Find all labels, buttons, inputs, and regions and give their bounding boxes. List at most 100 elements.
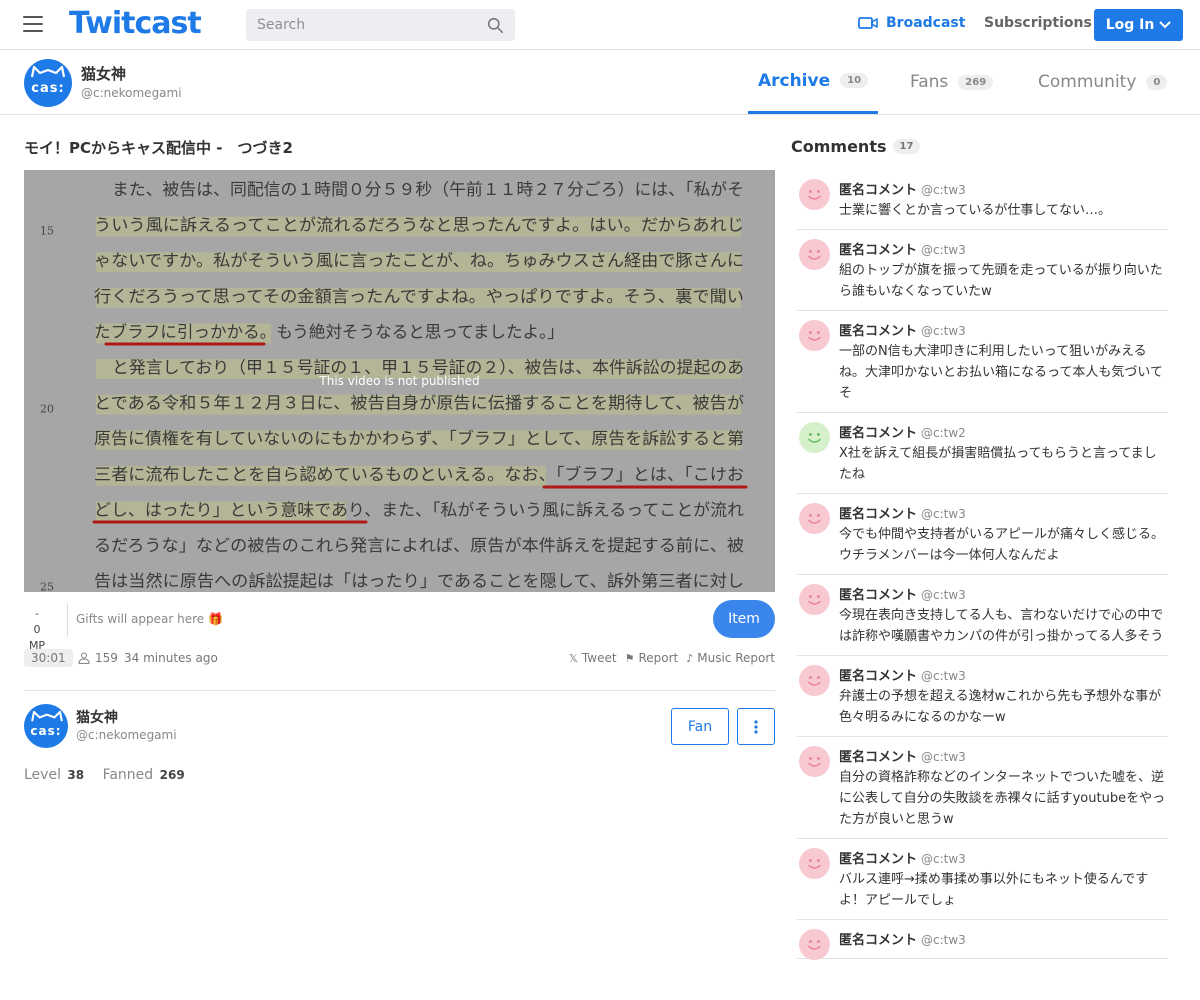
comment-author: 匿名コメント @c:tw3 [839,239,1168,258]
tweet-link[interactable]: 𝕏 Tweet [569,651,617,665]
profile-handle: @c:nekomegami [81,86,182,100]
comments-count-badge: 17 [892,139,921,154]
comment-text: 一部のN信も大津叩きに利用したいって狙いがみえるね。大津叩かないとお払い箱になる… [839,344,1163,401]
smiley-avatar-icon[interactable] [799,320,830,351]
video-title: モイ！PCからキャス配信中 - つづき2 [24,139,293,157]
video-camera-icon [858,17,878,29]
owner-handle: @c:nekomegami [76,728,177,742]
profile-avatar[interactable]: cas: [24,59,72,107]
smiley-avatar-icon[interactable] [799,239,830,270]
comment-text: バルス連呼→揉め事揉め事以外にもネット使るんですよ！アピールでしょ [839,872,1149,908]
music-report-label: Music Report [697,651,775,665]
comment-text: X社を訴えて組長が損害賠償払ってもらうと言ってましたね [839,446,1157,482]
tab-community[interactable]: Community 0 [1038,50,1168,114]
view-count-value: 159 [95,651,118,665]
search-box[interactable] [246,9,515,41]
smiley-avatar-icon[interactable] [799,422,830,453]
document-line: どし、はったり」という意味であり、また、「私がそういう風に訴えるってことが流れ [94,500,745,519]
comment-name[interactable]: 匿名コメント [839,426,917,441]
menu-icon[interactable] [23,16,43,32]
comment-name[interactable]: 匿名コメント [839,750,917,765]
smiley-avatar-icon[interactable] [799,584,830,615]
comment-item: 匿名コメント @c:tw3 弁護士の予想を超える逸材wこれから先も予想外な事が色々明… [797,656,1168,737]
owner-avatar[interactable]: cas: [24,704,68,748]
tab-label: Fans [910,72,949,92]
broadcast-link[interactable]: Broadcast [858,15,965,31]
comment-author: 匿名コメント @c:tw3 [839,665,1168,684]
profile-name[interactable]: 猫女神 [81,63,126,84]
comments-header: Comments 17 [791,137,921,156]
avatar-text: cas: [30,724,62,738]
video-actions: 𝕏 Tweet ⚑ Report ♪ Music Report [561,651,775,665]
comment-item: 匿名コメント @c:tw3 組のトップが旗を振って先頭を走っているが振り向いたら誰も… [797,230,1168,311]
comment-handle: @c:tw3 [921,669,966,683]
tab-count-badge: 269 [958,74,994,90]
comment-author: 匿名コメント @c:tw3 [839,848,1168,867]
comment-list[interactable]: 匿名コメント @c:tw3 士業に響くとか言っているが仕事してない…。 匿名コメント @… [797,170,1168,976]
view-count: 159 [78,651,118,665]
gifts-placeholder: Gifts will appear here 🎁 [76,612,223,626]
comment-name[interactable]: 匿名コメント [839,669,917,684]
comment-text: 士業に響くとか言っているが仕事してない…。 [839,203,1111,218]
report-link[interactable]: ⚑ Report [625,651,679,665]
comment-name[interactable]: 匿名コメント [839,933,917,948]
comment-handle: @c:tw3 [921,750,966,764]
comment-handle: @c:tw2 [921,426,966,440]
site-logo[interactable]: Twitcast [69,6,202,41]
document-line: ういう風に訴えるってことが流れるだろうなと思ったんですよ。はい。だからあれじ [94,216,744,235]
login-button[interactable]: Log In [1094,9,1183,41]
document-line: 行くだろうって思ってその金額言ったんですよね。やっぱりですよ。そう、裏で聞い [94,286,744,306]
smiley-avatar-icon[interactable] [799,665,830,696]
comment-author: 匿名コメント @c:tw3 [839,929,1168,948]
duration-badge: 30:01 [24,649,73,667]
tab-count-badge: 0 [1146,74,1168,90]
tab-archive[interactable]: Archive 10 [748,50,878,114]
comment-handle: @c:tw3 [921,933,966,947]
comment-handle: @c:tw3 [921,852,966,866]
line-number: 15 [40,225,54,238]
comment-name[interactable]: 匿名コメント [839,852,917,867]
tab-fans[interactable]: Fans 269 [910,50,994,114]
comment-author: 匿名コメント @c:tw3 [839,179,1168,198]
comment-item: 匿名コメント @c:tw3 一部のN信も大津叩きに利用したいって狙いがみえるね。大津… [797,311,1168,413]
x-logo-icon: 𝕏 [569,651,578,665]
music-note-icon: ♪ [686,651,694,665]
vertical-dots-icon [754,719,758,734]
viewer-icon [78,652,90,664]
smiley-avatar-icon[interactable] [799,179,830,210]
video-player[interactable]: また、被告は、同配信の１時間０分５９秒（午前１１時２７分ごろ）には、「私がそうい… [24,170,775,592]
profile-bar: cas: 猫女神 @c:nekomegami Archive 10 Fans 2… [0,50,1200,115]
owner-name[interactable]: 猫女神 [76,707,118,727]
chevron-down-icon [1159,21,1172,29]
smiley-avatar-icon[interactable] [799,929,830,960]
search-icon[interactable] [487,17,504,34]
comment-name[interactable]: 匿名コメント [839,588,917,603]
subscriptions-link[interactable]: Subscriptions [984,15,1092,31]
comment-handle: @c:tw3 [921,324,966,338]
tab-count-badge: 10 [840,73,869,88]
fan-button[interactable]: Fan [671,708,729,745]
document-line: ゃないですか。私がそういう風に言ったことが、ね。ちゅみウスさん経由で豚さんに [94,251,744,270]
smiley-avatar-icon[interactable] [799,848,830,879]
comment-name[interactable]: 匿名コメント [839,324,917,339]
divider [67,603,68,637]
comment-author: 匿名コメント @c:tw3 [839,746,1168,765]
comment-name[interactable]: 匿名コメント [839,243,917,258]
not-published-overlay: This video is not published [319,374,480,388]
comment-item: 匿名コメント @c:tw3 今現在表向き支持してる人も、言わないだけで心の中では詐称… [797,575,1168,656]
document-line: また、被告は、同配信の１時間０分５９秒（午前１１時２７分ごろ）には、「私がそ [112,180,744,199]
item-button[interactable]: Item [713,600,775,638]
more-options-button[interactable] [737,708,775,745]
music-report-link[interactable]: ♪ Music Report [686,651,775,665]
comment-name[interactable]: 匿名コメント [839,183,917,198]
top-navbar: Twitcast Broadcast Subscriptions Log In [0,0,1200,50]
document-line: 原告に債権を有していないのにもかかわらず、「ブラフ」として、原告を訴訟すると第 [94,428,744,448]
document-line: るだろうな」などの被告のこれら発言によれば、原告が本件訴えを提起する前に、被 [94,536,744,555]
avatar-text: cas: [31,81,65,96]
smiley-avatar-icon[interactable] [799,503,830,534]
comment-name[interactable]: 匿名コメント [839,507,917,522]
comment-text: 今でも仲間や支持者がいるアピールが痛々しく感じる。ウチラメンバーは今一体何人なん… [839,527,1165,563]
smiley-avatar-icon[interactable] [799,746,830,777]
search-input[interactable] [246,9,466,41]
owner-stats: Level 38 Fanned 269 [24,767,199,783]
